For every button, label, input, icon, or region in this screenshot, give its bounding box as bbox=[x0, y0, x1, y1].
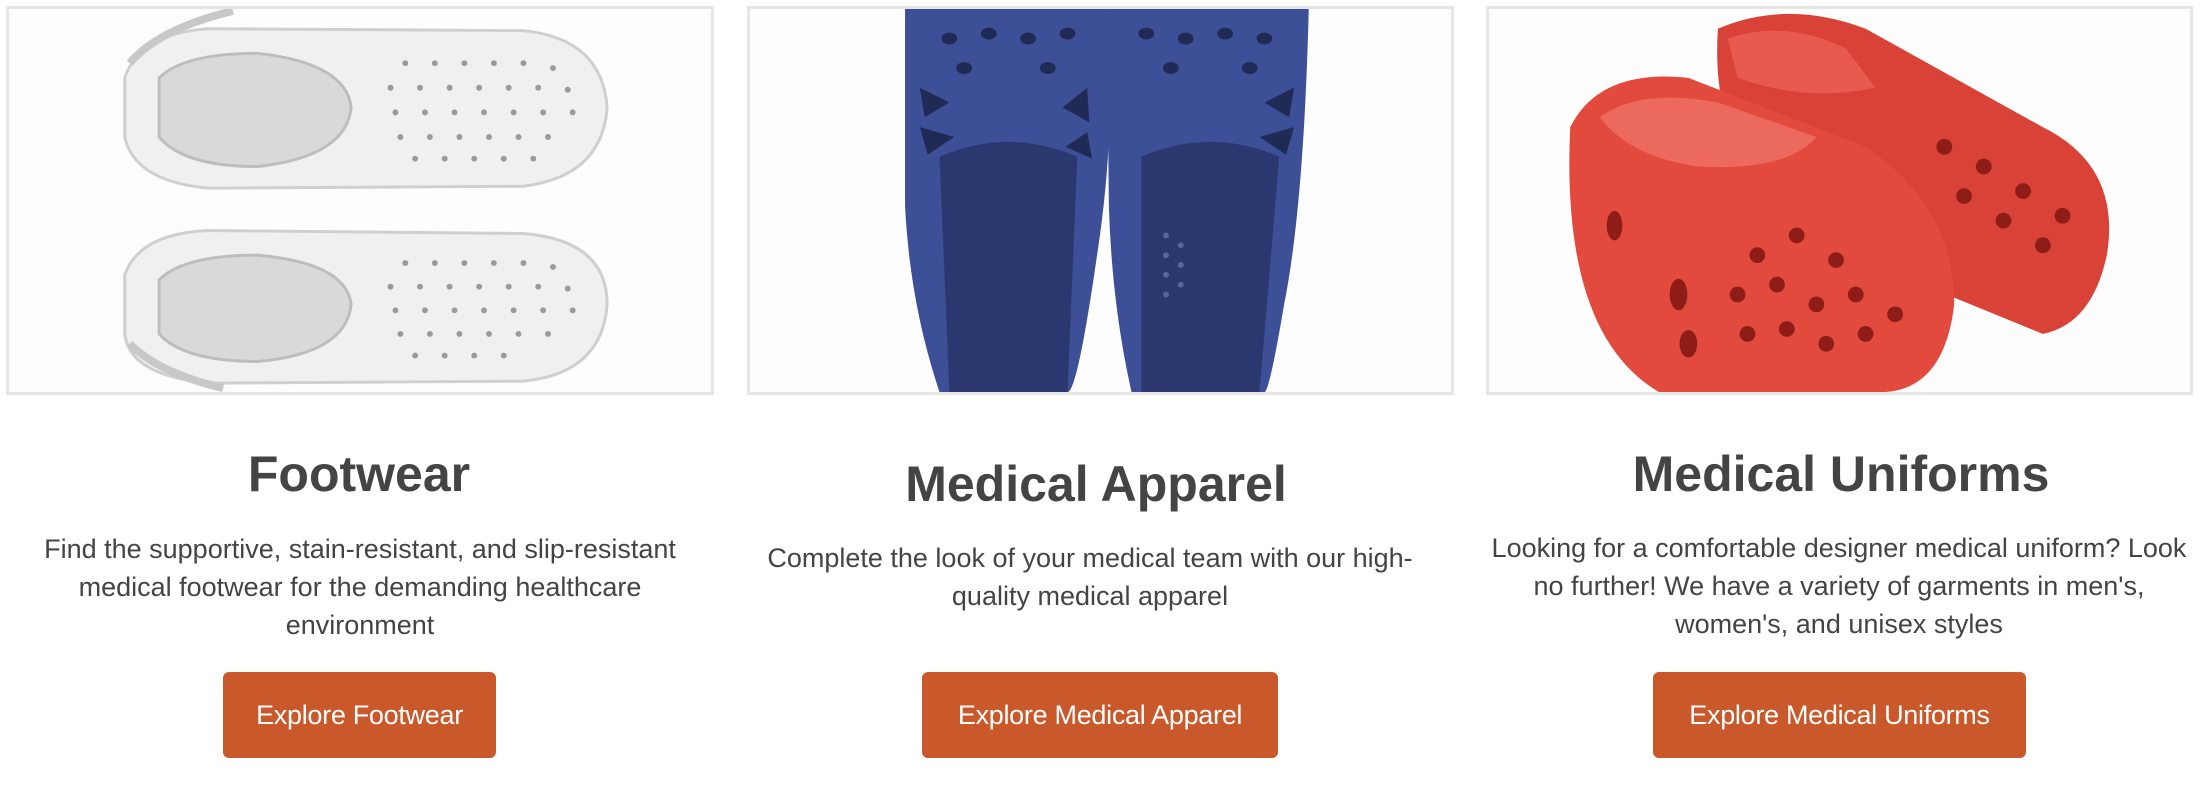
explore-footwear-button[interactable]: Explore Footwear bbox=[223, 672, 496, 758]
category-description: Looking for a comfortable designer medic… bbox=[1491, 533, 2187, 639]
category-card-medical-uniforms: Medical Uniforms Looking for a comfortab… bbox=[1482, 0, 2200, 790]
category-title: Footwear bbox=[247, 446, 471, 502]
category-title: Medical Apparel bbox=[905, 456, 1287, 512]
white-clogs-image bbox=[11, 9, 709, 392]
explore-medical-uniforms-button[interactable]: Explore Medical Uniforms bbox=[1653, 672, 2026, 758]
explore-medical-apparel-button[interactable]: Explore Medical Apparel bbox=[922, 672, 1278, 758]
category-card-medical-apparel: Medical Apparel Complete the look of you… bbox=[741, 0, 1459, 790]
red-clogs-image bbox=[1491, 9, 2188, 392]
category-description: Find the supportive, stain-resistant, an… bbox=[44, 534, 676, 640]
category-card-footwear: Footwear Find the supportive, stain-resi… bbox=[0, 0, 718, 790]
category-title: Medical Uniforms bbox=[1632, 446, 2050, 502]
medical-apparel-image[interactable] bbox=[747, 6, 1454, 395]
medical-uniforms-image[interactable] bbox=[1486, 6, 2193, 395]
category-description: Complete the look of your medical team w… bbox=[767, 543, 1413, 611]
footwear-image[interactable] bbox=[6, 6, 714, 395]
category-grid: Footwear Find the supportive, stain-resi… bbox=[0, 0, 2200, 790]
blue-clogs-image bbox=[752, 9, 1449, 392]
